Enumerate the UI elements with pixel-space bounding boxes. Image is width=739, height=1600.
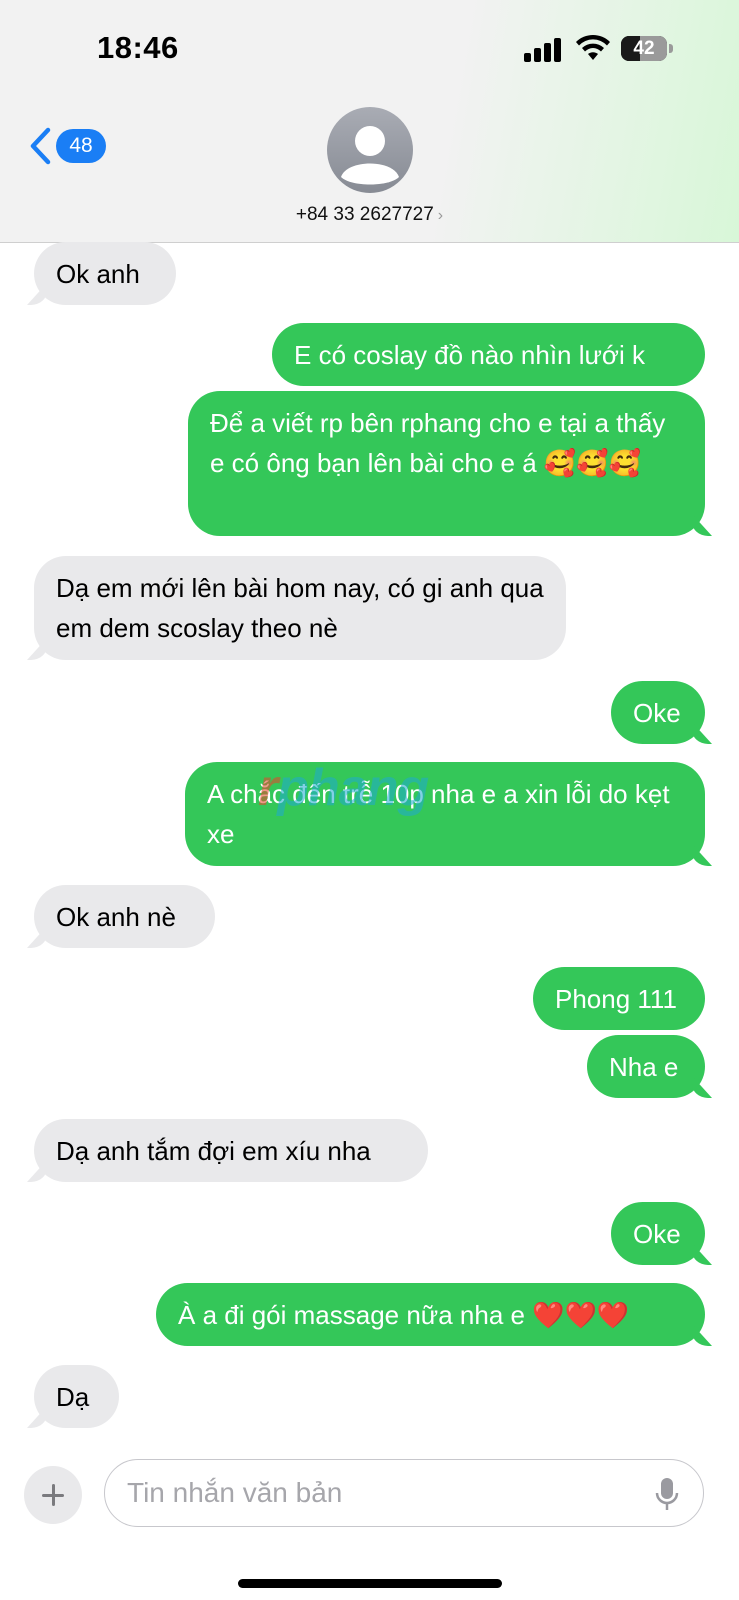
battery-percent: 42: [633, 38, 655, 59]
message-bubble-received[interactable]: Ok anh nè: [34, 885, 215, 948]
unread-count-badge: 48: [56, 129, 106, 163]
message-bubble-sent[interactable]: A chắc đến trễ 10p nha e a xin lỗi do kẹ…: [185, 762, 705, 866]
chevron-right-icon: ›: [437, 207, 444, 224]
message-bubble-sent[interactable]: Oke: [611, 681, 705, 744]
back-button[interactable]: 48: [28, 126, 106, 166]
message-bubble-received[interactable]: Dạ: [34, 1365, 119, 1428]
signal-icon: [524, 38, 564, 62]
wifi-icon: [576, 34, 610, 60]
back-chevron-icon: [30, 127, 51, 165]
message-input[interactable]: [104, 1459, 704, 1527]
conversation-header: 18:46 42 48 +84 33 2627727 ›: [0, 0, 739, 243]
message-bubble-received[interactable]: Dạ anh tắm đợi em xíu nha: [34, 1119, 428, 1182]
battery-icon: 42: [621, 36, 673, 61]
message-bubble-received[interactable]: Ok anh: [34, 242, 176, 305]
plus-icon[interactable]: [24, 1466, 82, 1524]
message-thread[interactable]: Ok anh E có coslay đồ nào nhìn lưới k Để…: [0, 242, 739, 1428]
microphone-icon[interactable]: [655, 1476, 679, 1512]
contact-avatar-icon[interactable]: [327, 107, 413, 193]
message-bubble-sent[interactable]: Phong 111: [533, 967, 705, 1030]
message-bubble-sent[interactable]: À a đi gói massage nữa nha e ❤️❤️❤️: [156, 1283, 705, 1346]
message-bubble-sent[interactable]: Để a viết rp bên rphang cho e tại a thấy…: [188, 391, 705, 536]
home-indicator[interactable]: [238, 1579, 502, 1588]
message-bubble-sent[interactable]: E có coslay đồ nào nhìn lưới k: [272, 323, 705, 386]
status-time: 18:46: [97, 30, 179, 65]
message-bubble-sent[interactable]: Oke: [611, 1202, 705, 1265]
message-bubble-sent[interactable]: Nha e: [587, 1035, 705, 1098]
contact-name[interactable]: +84 33 2627727 ›: [0, 204, 739, 226]
message-bubble-received[interactable]: Dạ em mới lên bài hom nay, có gi anh qua…: [34, 556, 566, 660]
